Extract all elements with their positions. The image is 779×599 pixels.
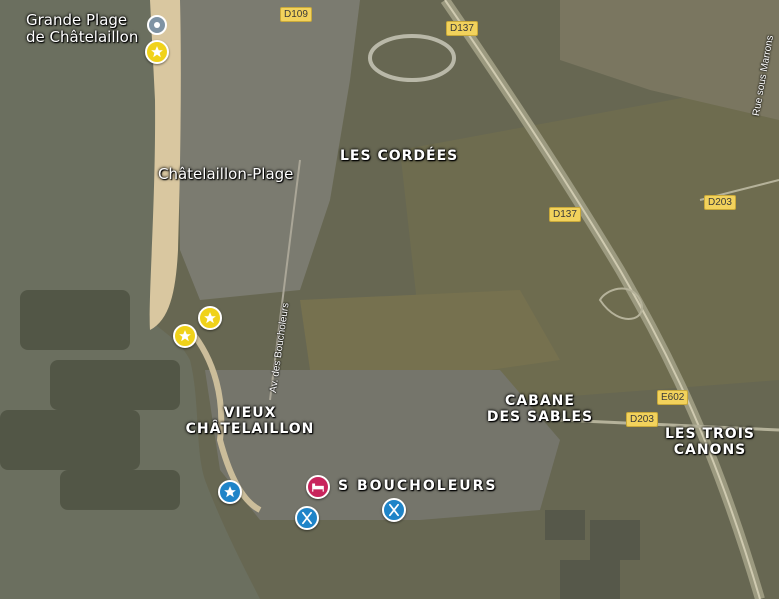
star-pin-icon[interactable] xyxy=(145,40,169,64)
beach-pin-icon[interactable] xyxy=(147,15,167,35)
label-les-cordees: LES CORDÉES xyxy=(340,148,459,164)
label-cabane-des-sables: CABANE DES SABLES xyxy=(486,393,594,425)
road-shield-e602: E602 xyxy=(657,390,689,405)
road-shield-d109: D109 xyxy=(280,7,312,22)
label-chatelaillon-plage: Châtelaillon-Plage xyxy=(158,165,294,183)
label-les-boucholeurs: S BOUCHOLEURS xyxy=(338,478,498,494)
map-view[interactable]: Grande Plage de Châtelaillon Châtelaillo… xyxy=(0,0,779,599)
label-les-trois-canons: LES TROIS CANONS xyxy=(665,426,755,458)
restaurant-fork-knife-icon[interactable] xyxy=(295,506,319,530)
star-pin-blue-icon[interactable] xyxy=(218,480,242,504)
label-vieux-chatelaillon: VIEUX CHÂTELAILLON xyxy=(185,405,315,437)
hotel-bed-icon[interactable] xyxy=(306,475,330,499)
label-grande-plage: Grande Plage de Châtelaillon xyxy=(26,11,139,46)
restaurant-fork-knife-icon[interactable] xyxy=(382,498,406,522)
road-shield-d203-bottom: D203 xyxy=(626,412,658,427)
road-shield-d137-mid: D137 xyxy=(549,207,581,222)
road-shield-d203-right: D203 xyxy=(704,195,736,210)
road-shield-d137-top: D137 xyxy=(446,21,478,36)
star-pin-icon[interactable] xyxy=(198,306,222,330)
star-pin-icon[interactable] xyxy=(173,324,197,348)
